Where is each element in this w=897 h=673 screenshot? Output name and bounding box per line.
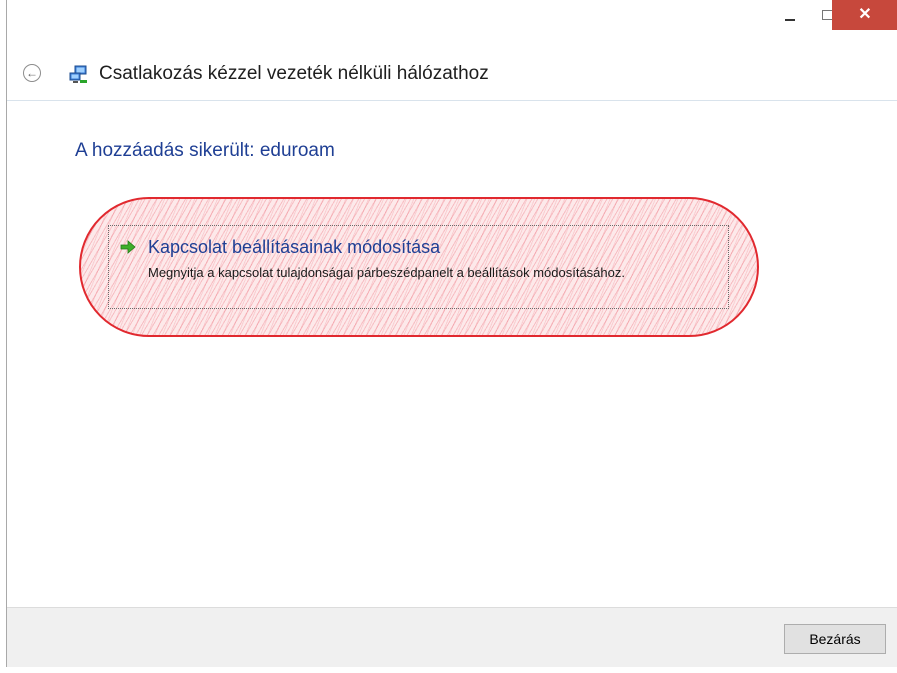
green-arrow-icon xyxy=(120,240,136,254)
window-title: Csatlakozás kézzel vezeték nélküli hálóz… xyxy=(99,63,489,84)
footer-bar: Bezárás xyxy=(7,607,897,667)
close-window-button[interactable]: ✕ xyxy=(832,0,897,30)
back-button[interactable]: ← xyxy=(23,64,41,82)
link-title: Kapcsolat beállításainak módosítása xyxy=(148,237,441,257)
navigation-bar: ← Csatlakozás kézzel vezeték nélküli hál… xyxy=(7,52,897,101)
maximize-icon xyxy=(821,10,833,20)
minimize-icon xyxy=(785,19,795,21)
change-connection-settings-link[interactable]: Kapcsolat beállításainak módosítása Megn… xyxy=(108,225,729,309)
close-button[interactable]: Bezárás xyxy=(784,624,886,654)
dialog-window: ✕ ← Csatlakozás kézzel vezeték nélküli h… xyxy=(6,0,897,667)
link-description: Megnyitja a kapcsolat tulajdonságai párb… xyxy=(148,265,625,280)
back-arrow-icon: ← xyxy=(26,66,38,80)
title-bar: ✕ xyxy=(7,0,897,40)
page-heading: A hozzáadás sikerült: eduroam xyxy=(75,140,335,161)
close-icon: ✕ xyxy=(858,6,872,23)
network-icon xyxy=(69,65,87,83)
